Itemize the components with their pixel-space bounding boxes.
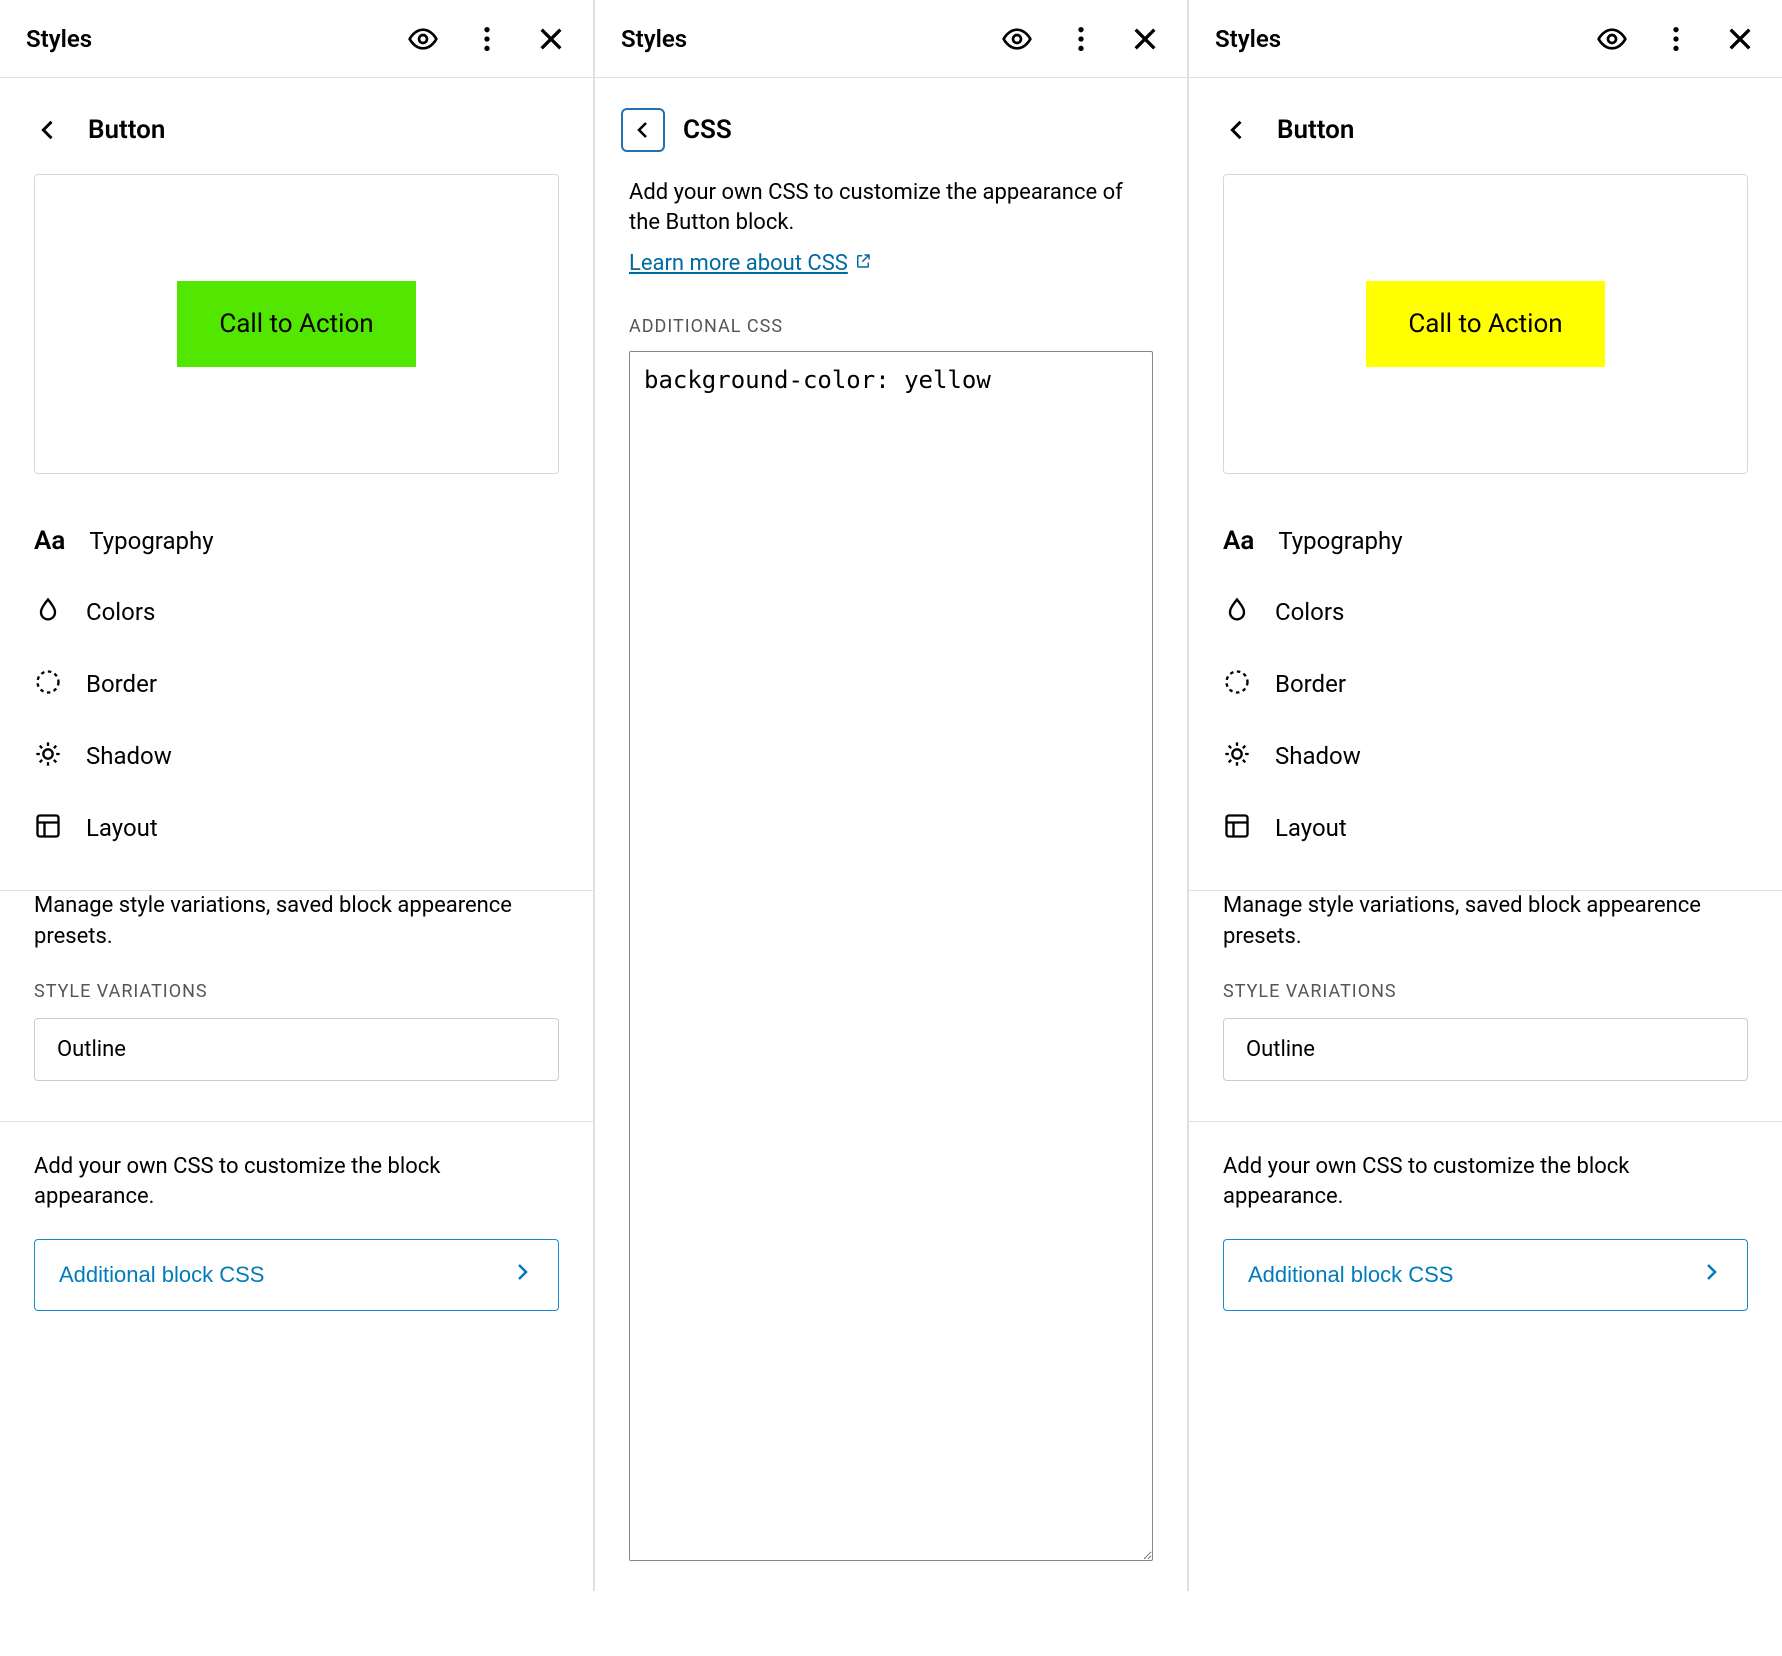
shadow-icon bbox=[1223, 740, 1251, 772]
menu-colors[interactable]: Colors bbox=[1215, 576, 1756, 648]
panel-title: Styles bbox=[1215, 25, 1281, 53]
panel-header-actions bbox=[1596, 23, 1756, 55]
border-icon bbox=[1223, 668, 1251, 700]
styles-panel-after: Styles Button Call to Action bbox=[1188, 0, 1782, 1591]
additional-css-textarea[interactable] bbox=[629, 351, 1153, 1561]
preview-icon[interactable] bbox=[1001, 23, 1033, 55]
additional-css-button-label: Additional block CSS bbox=[59, 1262, 264, 1288]
styles-panel-before: Styles Button Call to Action bbox=[0, 0, 594, 1591]
variations-description: Manage style variations, saved block app… bbox=[1223, 891, 1748, 953]
variation-outline[interactable]: Outline bbox=[1223, 1018, 1748, 1081]
preview-icon[interactable] bbox=[407, 23, 439, 55]
drop-icon bbox=[34, 596, 62, 628]
page-title: Button bbox=[1277, 115, 1354, 145]
menu-layout[interactable]: Layout bbox=[26, 792, 567, 864]
layout-icon bbox=[1223, 812, 1251, 844]
border-icon bbox=[34, 668, 62, 700]
back-button[interactable] bbox=[1215, 108, 1259, 152]
additional-css-section: Add your own CSS to customize the block … bbox=[0, 1121, 593, 1342]
cta-button-preview: Call to Action bbox=[1366, 281, 1604, 367]
kebab-menu-icon[interactable] bbox=[471, 23, 503, 55]
menu-typography[interactable]: Aa Typography bbox=[26, 506, 567, 576]
additional-block-css-button[interactable]: Additional block CSS bbox=[34, 1239, 559, 1311]
variation-outline[interactable]: Outline bbox=[34, 1018, 559, 1081]
close-icon[interactable] bbox=[535, 23, 567, 55]
close-icon[interactable] bbox=[1724, 23, 1756, 55]
additional-css-button-label: Additional block CSS bbox=[1248, 1262, 1453, 1288]
page-title: CSS bbox=[683, 115, 732, 145]
chevron-right-icon bbox=[510, 1260, 534, 1290]
panel-header-actions bbox=[1001, 23, 1161, 55]
kebab-menu-icon[interactable] bbox=[1065, 23, 1097, 55]
breadcrumb: Button bbox=[0, 78, 593, 174]
learn-more-link[interactable]: Learn more about CSS bbox=[595, 251, 1187, 294]
menu-colors[interactable]: Colors bbox=[26, 576, 567, 648]
style-variations-section: Manage style variations, saved block app… bbox=[0, 890, 593, 1081]
variations-heading: STYLE VARIATIONS bbox=[1223, 981, 1748, 1002]
breadcrumb: CSS bbox=[595, 78, 1187, 174]
page-title: Button bbox=[88, 115, 165, 145]
chevron-right-icon bbox=[1699, 1260, 1723, 1290]
menu-shadow[interactable]: Shadow bbox=[26, 720, 567, 792]
external-link-icon bbox=[854, 251, 872, 276]
style-variations-section: Manage style variations, saved block app… bbox=[1189, 890, 1782, 1081]
panel-header: Styles bbox=[1189, 0, 1782, 78]
shadow-icon bbox=[34, 740, 62, 772]
menu-border[interactable]: Border bbox=[26, 648, 567, 720]
style-menu: Aa Typography Colors Border Shadow bbox=[1189, 474, 1782, 864]
css-panel-description: Add your own CSS to customize the appear… bbox=[595, 174, 1187, 251]
style-menu: Aa Typography Colors Border Shadow bbox=[0, 474, 593, 864]
additional-block-css-button[interactable]: Additional block CSS bbox=[1223, 1239, 1748, 1311]
panel-header: Styles bbox=[0, 0, 593, 78]
styles-panel-css: Styles CSS Add your own CSS to customize… bbox=[594, 0, 1188, 1591]
variations-description: Manage style variations, saved block app… bbox=[34, 891, 559, 953]
back-button[interactable] bbox=[26, 108, 70, 152]
panel-header: Styles bbox=[595, 0, 1187, 78]
drop-icon bbox=[1223, 596, 1251, 628]
menu-shadow[interactable]: Shadow bbox=[1215, 720, 1756, 792]
cta-button-preview: Call to Action bbox=[177, 281, 415, 367]
variations-heading: STYLE VARIATIONS bbox=[34, 981, 559, 1002]
panel-header-actions bbox=[407, 23, 567, 55]
preview-icon[interactable] bbox=[1596, 23, 1628, 55]
panel-title: Styles bbox=[621, 25, 687, 53]
css-description: Add your own CSS to customize the block … bbox=[1223, 1152, 1748, 1214]
button-preview: Call to Action bbox=[34, 174, 559, 474]
menu-layout[interactable]: Layout bbox=[1215, 792, 1756, 864]
additional-css-label: ADDITIONAL CSS bbox=[595, 294, 1187, 351]
button-preview: Call to Action bbox=[1223, 174, 1748, 474]
css-description: Add your own CSS to customize the block … bbox=[34, 1152, 559, 1214]
menu-border[interactable]: Border bbox=[1215, 648, 1756, 720]
breadcrumb: Button bbox=[1189, 78, 1782, 174]
panel-title: Styles bbox=[26, 25, 92, 53]
back-button[interactable] bbox=[621, 108, 665, 152]
additional-css-section: Add your own CSS to customize the block … bbox=[1189, 1121, 1782, 1342]
typography-icon: Aa bbox=[34, 526, 65, 556]
kebab-menu-icon[interactable] bbox=[1660, 23, 1692, 55]
learn-more-label: Learn more about CSS bbox=[629, 251, 848, 276]
close-icon[interactable] bbox=[1129, 23, 1161, 55]
menu-typography[interactable]: Aa Typography bbox=[1215, 506, 1756, 576]
layout-icon bbox=[34, 812, 62, 844]
typography-icon: Aa bbox=[1223, 526, 1254, 556]
